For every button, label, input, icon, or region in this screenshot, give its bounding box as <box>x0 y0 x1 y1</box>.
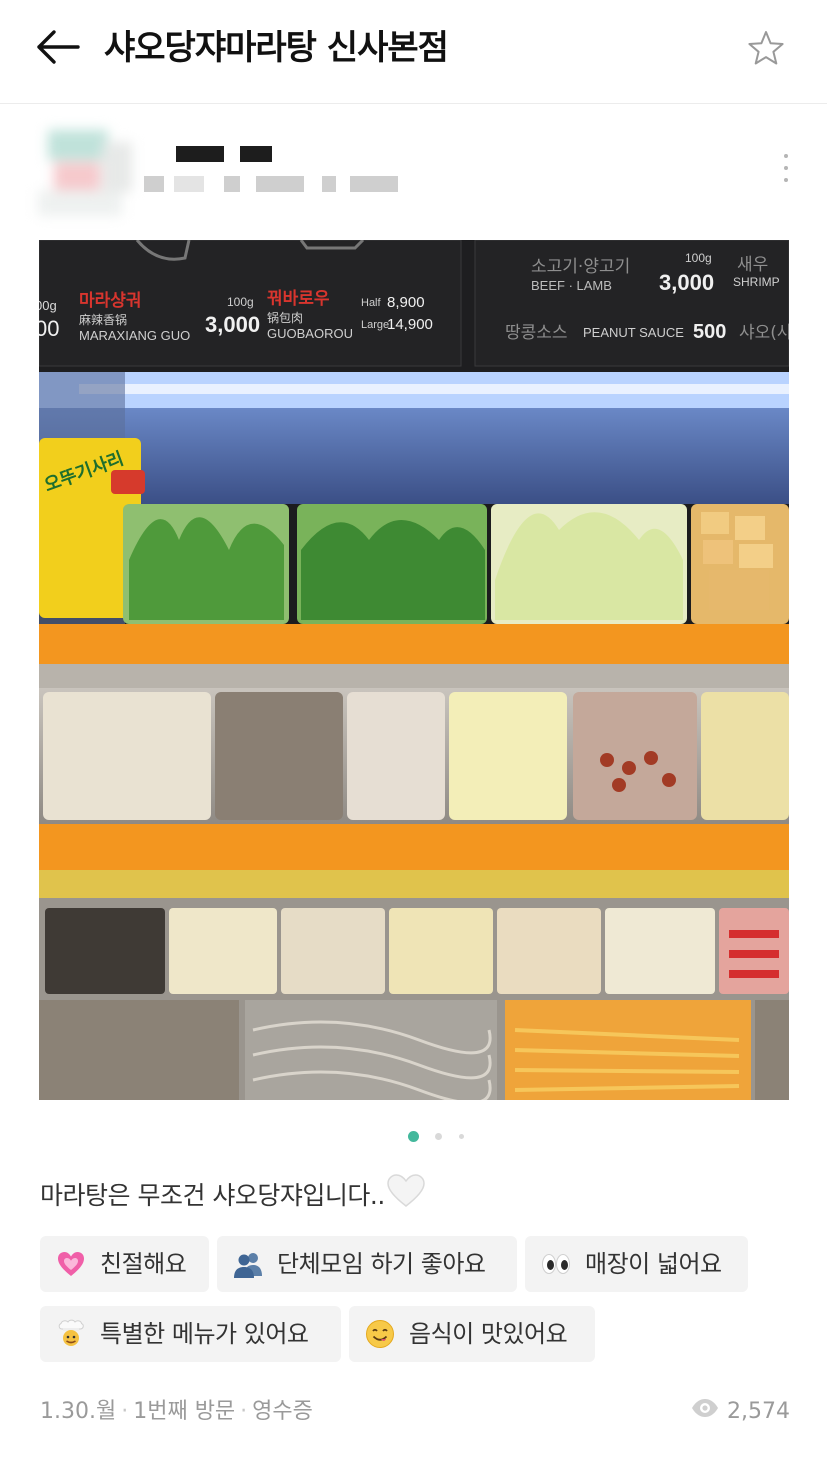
menu-item4-price: 500 <box>693 321 726 343</box>
keyword-label: 특별한 메뉴가 있어요 <box>100 1320 309 1348</box>
visit-count: 1번째 방문 <box>133 1399 236 1424</box>
view-count-value: 2,574 <box>727 1399 790 1424</box>
keyword-chip-spacious[interactable]: 매장이 넓어요 <box>525 1236 748 1292</box>
separator-dot: · <box>121 1399 129 1424</box>
menu-item4-extra: 샤오(사 <box>739 323 789 343</box>
top-bar: 샤오당쟈마라탕 신사본점 <box>0 0 827 104</box>
menu-item3-en: BEEF · LAMB <box>531 278 612 293</box>
keyword-chip-special-menu[interactable]: 특별한 메뉴가 있어요 <box>40 1306 341 1362</box>
review-photo[interactable]: 00g 00 마라샹궈 麻辣香锅 MARAXIANG GUO 100g 3,00… <box>39 240 789 1100</box>
menu-item3-weight: 100g <box>685 251 712 265</box>
view-count: 2,574 <box>691 1394 790 1430</box>
menu-item1-cn: 麻辣香锅 <box>79 312 127 327</box>
sparkling-heart-icon <box>56 1249 86 1279</box>
menu-item2-large-label: Large <box>361 319 389 331</box>
review-meta: 1.30.월 · 1번째 방문 · 영수증 2,574 <box>40 1394 790 1430</box>
keyword-label: 단체모임 하기 좋아요 <box>277 1250 486 1278</box>
bookmark-star-icon[interactable] <box>746 29 786 67</box>
verification-type: 영수증 <box>252 1399 313 1424</box>
eye-icon <box>691 1394 719 1430</box>
keyword-chip-tasty[interactable]: 음식이 맛있어요 <box>349 1306 595 1362</box>
menu-item2-half-label: Half <box>361 297 382 309</box>
menu-item2-half-price: 8,900 <box>387 294 425 311</box>
menu-item3-extra-en: SHRIMP <box>733 275 780 289</box>
page-title: 샤오당쟈마라탕 신사본점 <box>104 28 449 68</box>
chef-icon <box>56 1319 86 1349</box>
visit-date: 1.30.월 <box>40 1399 117 1424</box>
keyword-chip-kind[interactable]: 친절해요 <box>40 1236 209 1292</box>
avatar[interactable] <box>38 124 134 220</box>
review-text: 마라탕은 무조건 샤오당쟈입니다.. <box>40 1174 425 1220</box>
menu-item1-name: 마라샹궈 <box>79 291 142 311</box>
reviewer-profile[interactable] <box>0 110 827 230</box>
menu-item4-name: 땅콩소스 <box>505 323 568 343</box>
back-arrow-icon[interactable] <box>34 28 80 66</box>
white-heart-icon <box>387 1174 425 1220</box>
keyword-label: 친절해요 <box>100 1250 187 1278</box>
pagination-dot[interactable] <box>434 1132 442 1140</box>
menu-item3-name: 소고기·양고기 <box>531 257 630 277</box>
keyword-label: 음식이 맛있어요 <box>409 1320 568 1348</box>
menu-item3-extra: 새우 <box>737 255 768 275</box>
menu-item1-weight: 100g <box>227 295 254 309</box>
menu-item2-en: GUOBAOROU <box>267 326 353 341</box>
pagination-dot-active[interactable] <box>407 1130 419 1142</box>
pagination-dot[interactable] <box>458 1133 464 1139</box>
menu-cut-weight: 00g <box>39 298 57 313</box>
menu-item2-name: 꿔바로우 <box>267 289 330 309</box>
people-icon <box>233 1249 263 1279</box>
eyes-icon <box>541 1249 571 1279</box>
review-body: 마라탕은 무조건 샤오당쟈입니다.. <box>40 1181 385 1210</box>
menu-item1-price: 3,000 <box>205 312 260 337</box>
yum-face-icon <box>365 1319 395 1349</box>
photo-pagination[interactable] <box>0 1128 827 1144</box>
menu-item4-en: PEANUT SAUCE <box>583 325 684 340</box>
separator-dot: · <box>240 1399 248 1424</box>
menu-item2-large-price: 14,900 <box>387 316 433 333</box>
menu-item3-price: 3,000 <box>659 270 714 295</box>
menu-item2-cn: 锅包肉 <box>267 310 303 325</box>
menu-item1-en: MARAXIANG GUO <box>79 328 190 343</box>
keyword-label: 매장이 넓어요 <box>585 1250 722 1278</box>
more-options-icon[interactable] <box>772 150 800 186</box>
keyword-chip-group[interactable]: 단체모임 하기 좋아요 <box>217 1236 517 1292</box>
menu-cut-price: 00 <box>39 316 59 341</box>
